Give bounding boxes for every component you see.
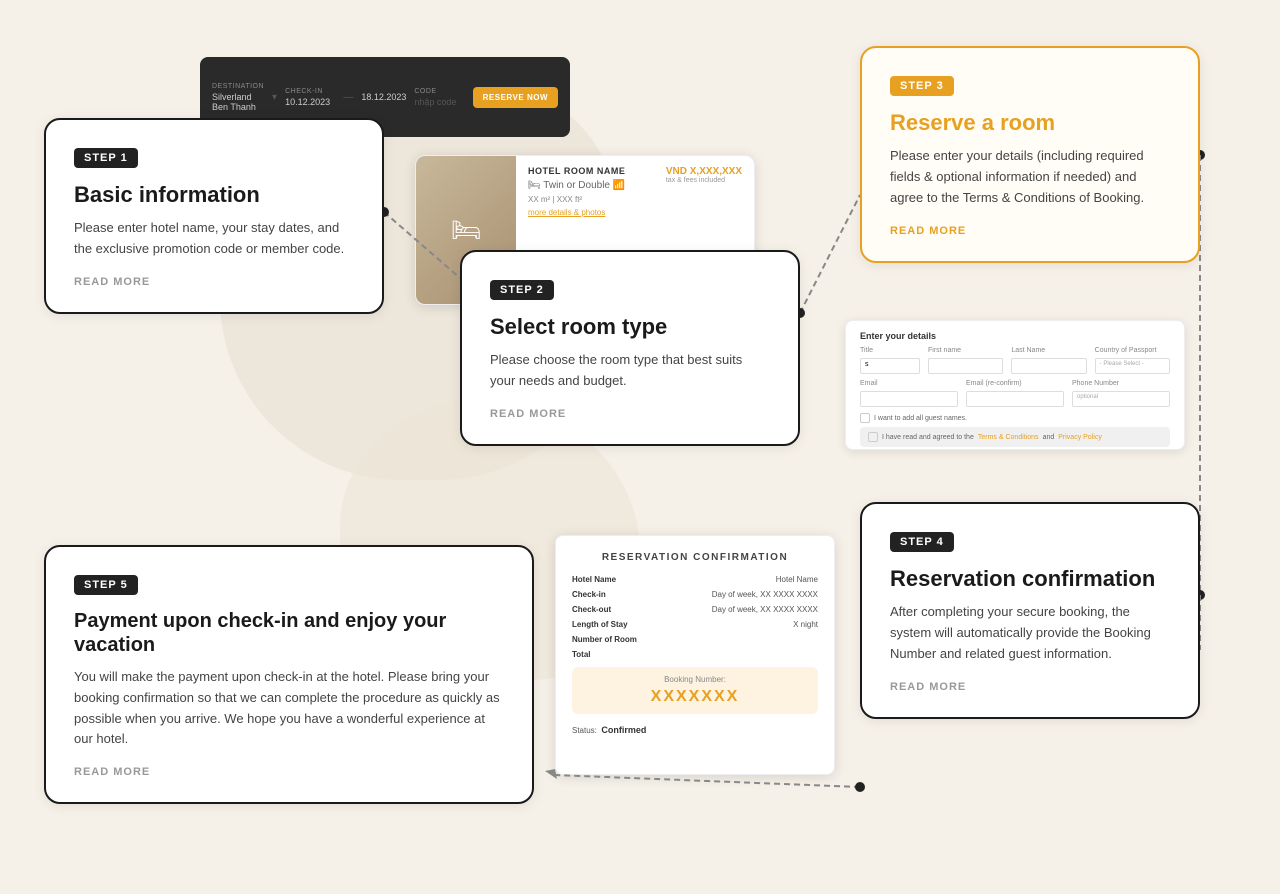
step5-card: STEP 5 Payment upon check-in and enjoy y… <box>44 545 534 804</box>
privacy-link[interactable]: Privacy Policy <box>1058 434 1102 441</box>
conf-hotel-key: Hotel Name <box>572 575 616 584</box>
checkin-value: 10.12.2023 <box>285 97 335 107</box>
field-title-input[interactable]: s <box>860 358 920 374</box>
step5-read-more[interactable]: READ MORE <box>74 766 504 778</box>
step1-read-more[interactable]: READ MORE <box>74 276 354 288</box>
step3-read-more[interactable]: READ MORE <box>890 225 1170 237</box>
step2-badge: STEP 2 <box>490 280 554 300</box>
step2-desc: Please choose the room type that best su… <box>490 350 770 392</box>
conf-total-row: Total <box>572 650 818 659</box>
field-email-label: Email <box>860 380 958 387</box>
room-details-link[interactable]: more details & photos <box>528 208 642 217</box>
step1-title: Basic information <box>74 182 354 208</box>
conf-hotel-val: Hotel Name <box>776 575 818 584</box>
step2-title: Select room type <box>490 314 770 340</box>
room-price-note: tax & fees included <box>666 177 742 184</box>
conf-checkout-val: Day of week, XX XXXX XXXX <box>712 605 818 614</box>
field-country-label: Country of Passport <box>1095 347 1170 354</box>
booking-number-box: Booking Number: XXXXXXX <box>572 667 818 714</box>
agree-checkbox[interactable] <box>868 432 878 442</box>
field-email-input[interactable] <box>860 391 958 407</box>
step1-desc: Please enter hotel name, your stay dates… <box>74 218 354 260</box>
booking-number-value: XXXXXXX <box>584 688 806 706</box>
conf-hotel-row: Hotel Name Hotel Name <box>572 575 818 584</box>
field-lastname-label: Last Name <box>1011 347 1086 354</box>
room-price: VND X,XXX,XXX <box>666 166 742 177</box>
field-phone-input[interactable]: optional <box>1072 391 1170 407</box>
step1-card: STEP 1 Basic information Please enter ho… <box>44 118 384 314</box>
step4-title: Reservation confirmation <box>890 566 1170 592</box>
step4-badge: STEP 4 <box>890 532 954 552</box>
step4-read-more[interactable]: READ MORE <box>890 681 1170 693</box>
conf-checkout-key: Check-out <box>572 605 611 614</box>
checkin-label: CHECK-IN <box>285 88 335 95</box>
room-name: HOTEL ROOM NAME <box>528 166 642 176</box>
step2-card: STEP 2 Select room type Please choose th… <box>460 250 800 446</box>
and-text: and <box>1043 434 1055 441</box>
step5-desc: You will make the payment upon check-in … <box>74 667 504 750</box>
agree-bar: I have read and agreed to the Terms & Co… <box>860 427 1170 447</box>
destination-label: DESTINATION <box>212 83 264 90</box>
code-placeholder: nhập code <box>414 97 464 107</box>
step4-card: STEP 4 Reservation confirmation After co… <box>860 502 1200 719</box>
step5-title: Payment upon check-in and enjoy your vac… <box>74 609 504 657</box>
conf-length-key: Length of Stay <box>572 620 628 629</box>
field-firstname-input[interactable] <box>928 358 1003 374</box>
conf-status-row: Status: Confirmed <box>572 720 818 738</box>
add-guests-checkbox-row: I want to add all guest names. <box>860 413 1170 423</box>
agree-text: I have read and agreed to the <box>882 434 974 441</box>
reserve-now-button[interactable]: RESERVE NOW <box>473 87 558 108</box>
field-phone-label: Phone Number <box>1072 380 1170 387</box>
terms-link[interactable]: Terms & Conditions <box>978 434 1039 441</box>
add-guests-checkbox[interactable] <box>860 413 870 423</box>
page-wrapper: DESTINATION Silverland Ben Thanh ▾ CHECK… <box>0 0 1280 894</box>
conf-checkin-row: Check-in Day of week, XX XXXX XXXX <box>572 590 818 599</box>
field-firstname-label: First name <box>928 347 1003 354</box>
confirmation-preview: RESERVATION CONFIRMATION Hotel Name Hote… <box>555 535 835 775</box>
conf-length-row: Length of Stay X night <box>572 620 818 629</box>
step3-desc: Please enter your details (including req… <box>890 146 1170 208</box>
step3-card: STEP 3 Reserve a room Please enter your … <box>860 46 1200 263</box>
conf-checkin-key: Check-in <box>572 590 606 599</box>
destination-value: Silverland Ben Thanh <box>212 92 264 112</box>
details-fields-row1: Title First name Last Name Country of Pa… <box>860 347 1170 374</box>
room-size: XX m² | XXX ft² <box>528 195 642 204</box>
details-fields-row2: Email Email (re-confirm) Phone Number op… <box>860 380 1170 407</box>
conf-numroom-row: Number of Room <box>572 635 818 644</box>
step3-title: Reserve a room <box>890 110 1170 136</box>
field-lastname-input[interactable] <box>1011 358 1086 374</box>
checkin-field: CHECK-IN 10.12.2023 <box>285 88 335 107</box>
field-email-confirm-label: Email (re-confirm) <box>966 380 1064 387</box>
conf-numroom-key: Number of Room <box>572 635 637 644</box>
step2-read-more[interactable]: READ MORE <box>490 408 770 420</box>
code-field: CODE nhập code <box>414 88 464 107</box>
conf-length-val: X night <box>793 620 818 629</box>
details-form-preview: Enter your details Title First name Last… <box>845 320 1185 450</box>
confirmation-title: RESERVATION CONFIRMATION <box>572 552 818 563</box>
room-icons: 🛏 Twin or Double 📶 <box>528 180 642 191</box>
conf-checkout-row: Check-out Day of week, XX XXXX XXXX <box>572 605 818 614</box>
details-form-title: Enter your details <box>860 331 1170 341</box>
checkout-value: 18.12.2023 <box>361 92 406 102</box>
status-label: Status: <box>572 726 597 735</box>
field-email-confirm-input[interactable] <box>966 391 1064 407</box>
destination-field: DESTINATION Silverland Ben Thanh <box>212 83 264 112</box>
conf-checkin-val: Day of week, XX XXXX XXXX <box>712 590 818 599</box>
field-country-input[interactable]: - Please Select - <box>1095 358 1170 374</box>
step3-badge: STEP 3 <box>890 76 954 96</box>
booking-number-label: Booking Number: <box>584 675 806 684</box>
status-value: Confirmed <box>601 725 646 735</box>
code-label: CODE <box>414 88 464 95</box>
step1-badge: STEP 1 <box>74 148 138 168</box>
step4-desc: After completing your secure booking, th… <box>890 602 1170 664</box>
add-guests-label: I want to add all guest names. <box>874 415 967 422</box>
step5-badge: STEP 5 <box>74 575 138 595</box>
field-title-label: Title <box>860 347 920 354</box>
conf-total-key: Total <box>572 650 591 659</box>
